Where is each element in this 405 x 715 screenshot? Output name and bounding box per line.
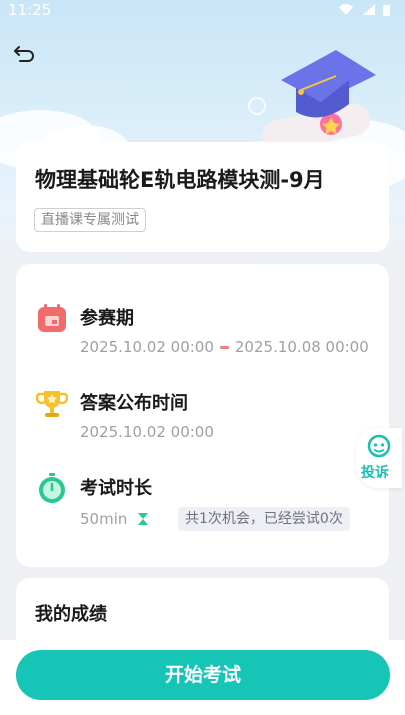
- exam-tag-badge: 直播课专属测试: [34, 208, 146, 232]
- back-arrow-icon: [14, 46, 34, 62]
- period-label: 参赛期: [80, 308, 134, 329]
- start-exam-button[interactable]: 开始考试: [16, 650, 390, 700]
- duration-label: 考试时长: [80, 478, 152, 499]
- exam-title-card: 物理基础轮E轨电路模块测-9月 直播课专属测试: [16, 142, 389, 252]
- duration-minutes: 50min: [80, 510, 128, 528]
- attempts-badge: 共1次机会，已经尝试0次: [178, 507, 350, 531]
- status-time: 11:25: [8, 1, 52, 19]
- wifi-icon: [339, 4, 353, 15]
- back-button[interactable]: [12, 42, 38, 64]
- period-end: 2025.10.08 00:00: [234, 338, 369, 356]
- duration-value: 50min: [80, 510, 150, 528]
- period-start: 2025.10.02 00:00: [80, 338, 214, 356]
- complain-face-icon: [367, 434, 391, 458]
- exam-info-card: 参赛期 2025.10.02 00:00 2025.10.08 00:00 答案公…: [16, 264, 389, 567]
- answer-release-label: 答案公布时间: [80, 393, 188, 414]
- calendar-icon: [36, 302, 68, 334]
- signal-icon: [363, 4, 375, 15]
- exam-title: 物理基础轮E轨电路模块测-9月: [35, 168, 325, 192]
- stopwatch-icon: [36, 472, 68, 504]
- hourglass-icon: [138, 513, 149, 525]
- answer-release-time: 2025.10.02 00:00: [80, 423, 214, 441]
- range-separator: [219, 346, 229, 349]
- period-range: 2025.10.02 00:00 2025.10.08 00:00: [80, 338, 369, 356]
- trophy-icon: [35, 388, 69, 420]
- complain-button[interactable]: 投诉: [356, 428, 402, 488]
- battery-icon: [383, 5, 390, 16]
- status-bar: 11:25: [0, 0, 405, 22]
- status-icons: [335, 3, 395, 21]
- my-score-title: 我的成绩: [35, 604, 107, 625]
- complain-label: 投诉: [361, 465, 389, 481]
